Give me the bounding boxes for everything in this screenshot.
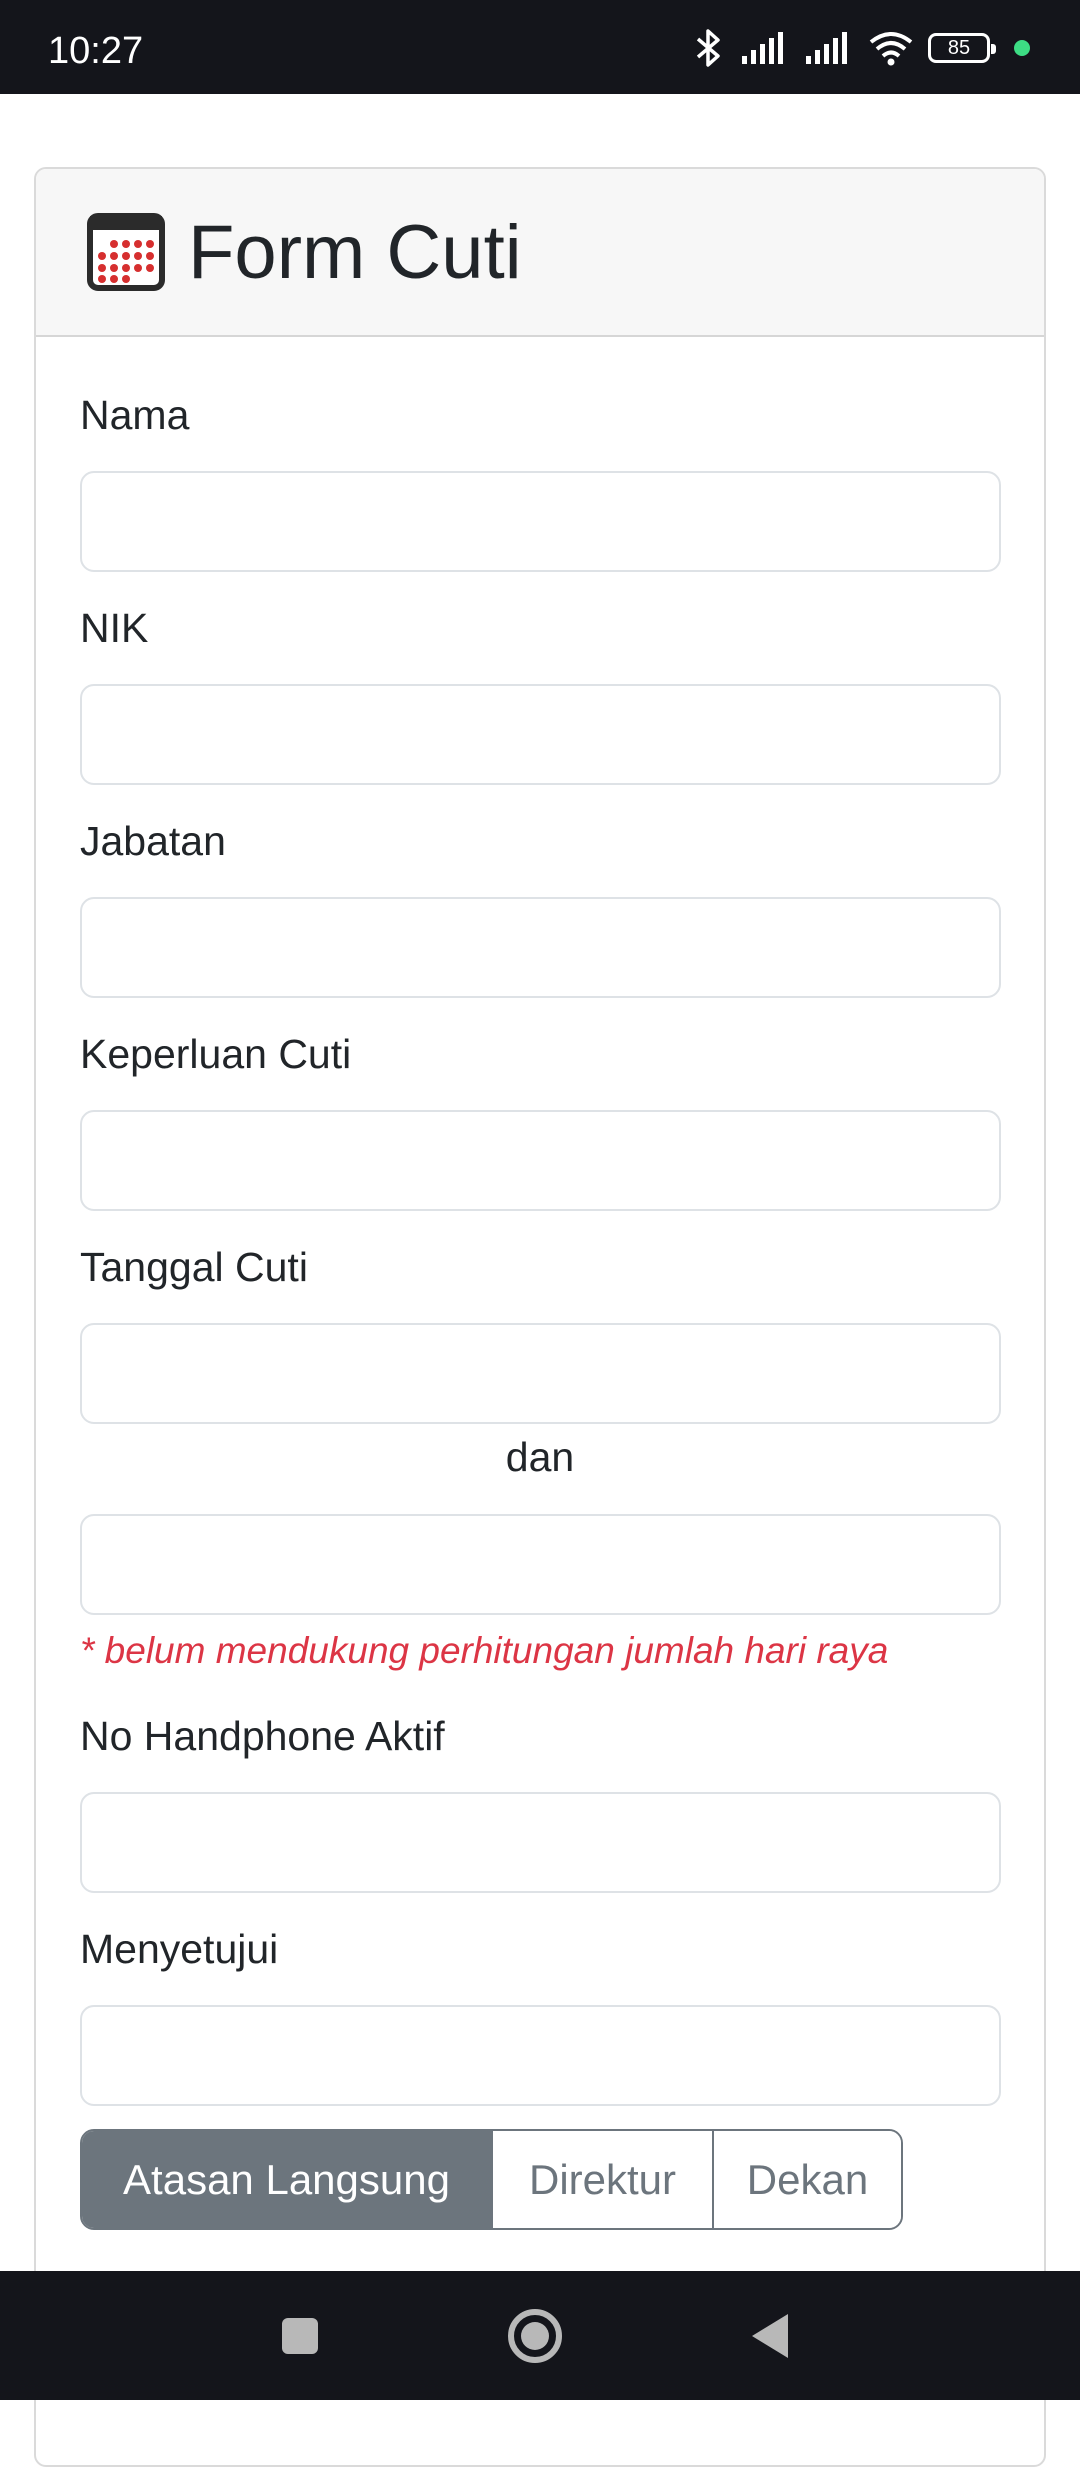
tanggal-cuti-label: Tanggal Cuti: [80, 1244, 308, 1290]
holiday-note: * belum mendukung perhitungan jumlah har…: [80, 1630, 889, 1671]
tanggal-cuti-end-input[interactable]: [80, 1514, 1001, 1615]
nama-label: Nama: [80, 392, 190, 438]
wifi-icon: [869, 32, 913, 66]
jabatan-input[interactable]: [80, 897, 1001, 998]
bluetooth-icon: [696, 29, 720, 67]
back-button[interactable]: [720, 2271, 820, 2400]
signal-icon: [806, 32, 847, 64]
handphone-label: No Handphone Aktif: [80, 1713, 445, 1759]
nama-input[interactable]: [80, 471, 1001, 572]
navigation-bar: [0, 2271, 1080, 2400]
signal-icon: [742, 32, 783, 64]
card-header: Form Cuti: [36, 169, 1044, 337]
recents-icon: [282, 2317, 318, 2354]
home-icon: [508, 2308, 562, 2363]
battery-icon: 85: [928, 33, 996, 63]
handphone-input[interactable]: [80, 1792, 1001, 1893]
keperluan-cuti-label: Keperluan Cuti: [80, 1031, 352, 1077]
nik-label: NIK: [80, 605, 149, 651]
recents-button[interactable]: [250, 2271, 350, 2400]
atasan-langsung-button[interactable]: Atasan Langsung: [82, 2131, 491, 2228]
menyetujui-input[interactable]: [80, 2005, 1001, 2106]
status-time: 10:27: [48, 30, 144, 72]
status-icons: 85: [692, 26, 1030, 70]
tanggal-cuti-start-input[interactable]: [80, 1323, 1001, 1424]
page-title: Form Cuti: [188, 209, 522, 295]
calendar-icon: [87, 213, 165, 291]
nik-input[interactable]: [80, 684, 1001, 785]
menyetujui-label: Menyetujui: [80, 1926, 279, 1972]
jabatan-label: Jabatan: [80, 818, 226, 864]
dekan-button[interactable]: Dekan: [712, 2131, 901, 2228]
back-icon: [752, 2313, 788, 2358]
battery-level: 85: [947, 36, 971, 59]
date-range-separator: dan: [505, 1434, 575, 1480]
direktur-button[interactable]: Direktur: [491, 2131, 712, 2228]
keperluan-cuti-input[interactable]: [80, 1110, 1001, 1211]
home-button[interactable]: [485, 2271, 585, 2400]
approver-toggle-group: Atasan Langsung Direktur Dekan: [80, 2129, 903, 2230]
status-bar: 10:27 85: [0, 0, 1080, 94]
privacy-indicator-dot: [1014, 40, 1030, 56]
